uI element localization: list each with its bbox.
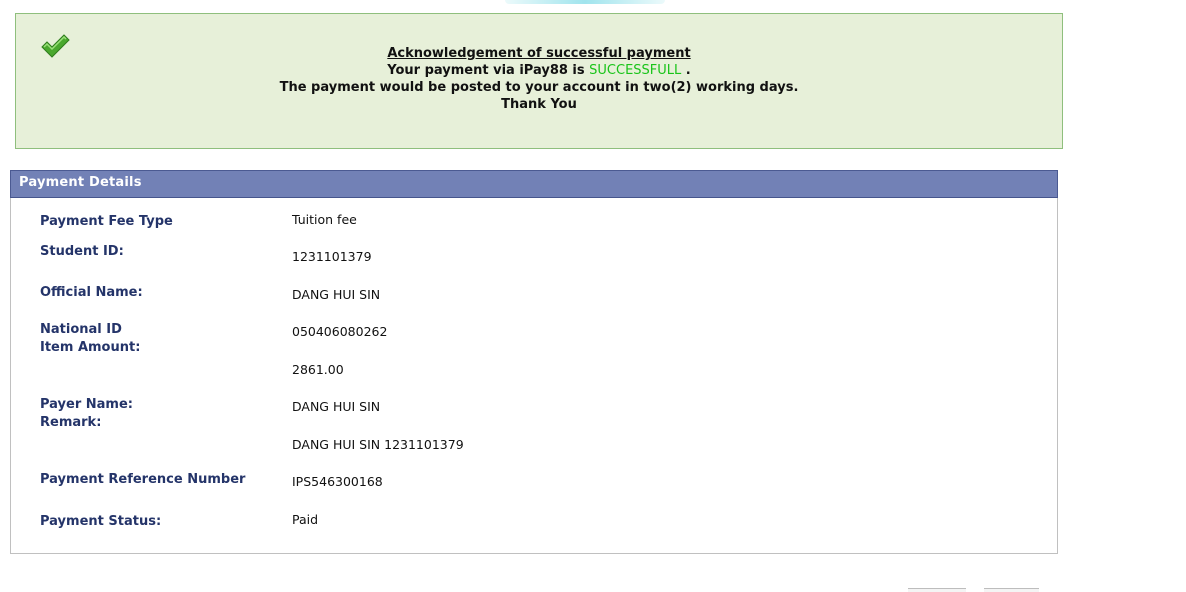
payment-details-header: Payment Details <box>10 170 1058 199</box>
fee-type-label: Payment Fee Type <box>40 214 173 229</box>
payment-status-line: Your payment via iPay88 is SUCCESSFULL . <box>16 62 1062 79</box>
payment-status-label: Payment Status: <box>40 514 162 529</box>
official-name-value: DANG HUI SIN <box>292 287 381 302</box>
payer-name-value: DANG HUI SIN <box>292 399 381 414</box>
posting-notice: The payment would be posted to your acco… <box>279 80 799 95</box>
reference-number-label: Payment Reference Number <box>40 472 246 487</box>
thank-you-text: Thank You <box>501 97 577 112</box>
bottom-button-left[interactable] <box>908 588 966 592</box>
national-id-label: National ID <box>40 322 122 337</box>
status-line-suffix: . <box>681 63 691 78</box>
success-status-word: SUCCESSFULL <box>589 63 682 78</box>
status-line-prefix: Your payment via iPay88 is <box>387 63 590 78</box>
acknowledgement-panel: Acknowledgement of successful payment Yo… <box>15 13 1063 149</box>
remark-label: Remark: <box>40 415 102 430</box>
payment-details-title: Payment Details <box>19 175 142 190</box>
acknowledgement-title: Acknowledgement of successful payment <box>387 46 691 61</box>
fee-type-value: Tuition fee <box>292 212 357 227</box>
official-name-label: Official Name: <box>40 285 143 300</box>
student-id-value: 1231101379 <box>292 249 372 264</box>
national-id-value: 050406080262 <box>292 324 388 339</box>
acknowledgement-message: Acknowledgement of successful payment Yo… <box>16 45 1062 113</box>
item-amount-value: 2861.00 <box>292 362 344 377</box>
top-banner-edge <box>505 0 665 4</box>
bottom-button-right[interactable] <box>984 588 1039 592</box>
payer-name-label: Payer Name: <box>40 397 133 412</box>
student-id-label: Student ID: <box>40 244 124 259</box>
remark-value: DANG HUI SIN 1231101379 <box>292 437 464 452</box>
payment-status-value: Paid <box>292 512 319 527</box>
item-amount-label: Item Amount: <box>40 340 141 355</box>
reference-number-value: IPS546300168 <box>292 474 383 489</box>
payment-details-panel: Payment Fee Type Tuition fee Student ID:… <box>10 198 1058 554</box>
